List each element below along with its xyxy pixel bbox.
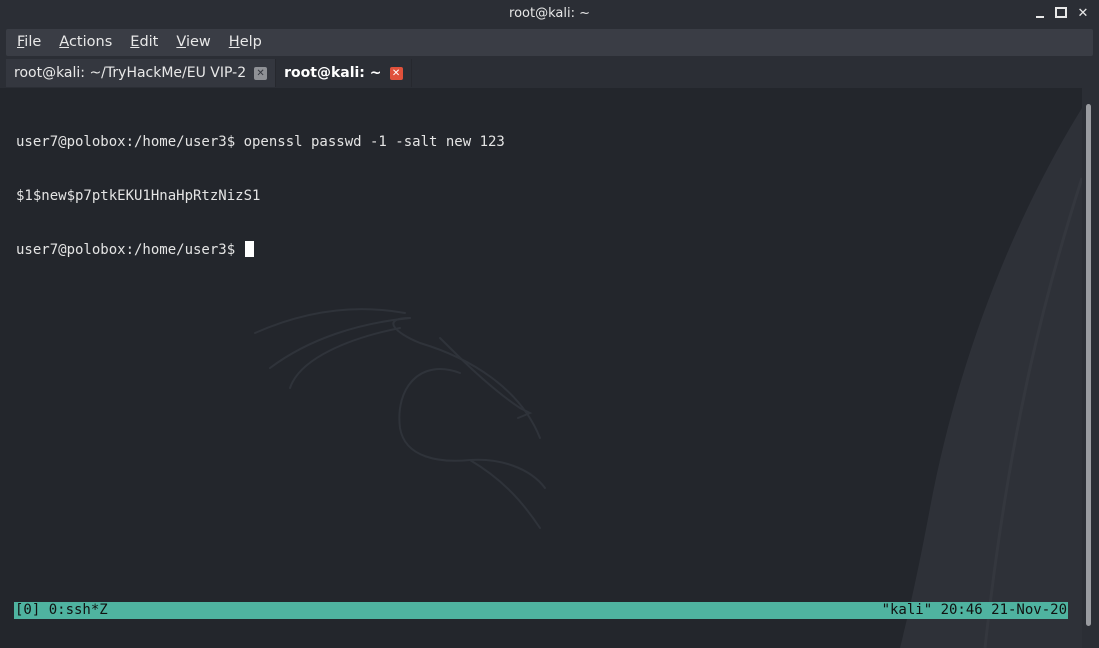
tab-close-icon[interactable]: ✕ <box>254 66 268 80</box>
menu-label: iew <box>185 34 211 50</box>
terminal-view[interactable]: user7@polobox:/home/user3$ openssl passw… <box>0 88 1082 648</box>
menu-mnemonic: H <box>228 34 240 50</box>
menu-help[interactable]: Help <box>220 29 271 56</box>
tmux-status-bar: [0] 0:ssh*Z "kali" 20:46 21-Nov-20 <box>14 602 1068 619</box>
tmux-status-right: "kali" 20:46 21-Nov-20 <box>881 602 1067 618</box>
prompt-text: user7@polobox:/home/user3$ <box>16 242 244 258</box>
menu-file[interactable]: File <box>6 29 50 56</box>
menu-mnemonic: A <box>59 34 69 50</box>
terminal-output: user7@polobox:/home/user3$ openssl passw… <box>16 97 505 295</box>
tab-label: root@kali: ~/TryHackMe/EU VIP-2 <box>14 65 247 81</box>
window-title: root@kali: ~ <box>509 6 590 21</box>
tab-root-home[interactable]: root@kali: ~ ✕ <box>276 59 412 87</box>
title-bar[interactable]: root@kali: ~ ✕ <box>0 0 1099 28</box>
vertical-scrollbar[interactable] <box>1082 88 1099 648</box>
scrollbar-thumb[interactable] <box>1086 104 1091 626</box>
terminal-line-prompt: user7@polobox:/home/user3$ <box>16 241 505 259</box>
menu-label: ctions <box>68 34 113 50</box>
tab-bar: root@kali: ~/TryHackMe/EU VIP-2 ✕ root@k… <box>6 59 1093 87</box>
terminal-line-command: user7@polobox:/home/user3$ openssl passw… <box>16 134 505 150</box>
terminal-window: root@kali: ~ ✕ File Actions Edit View He… <box>0 0 1099 648</box>
minimize-icon[interactable] <box>1030 4 1050 24</box>
maximize-icon[interactable] <box>1051 4 1071 24</box>
tab-label: root@kali: ~ <box>284 65 382 81</box>
text-cursor <box>244 241 254 257</box>
tab-close-icon[interactable]: ✕ <box>389 66 403 80</box>
menu-label: elp <box>239 34 262 50</box>
tmux-window-list: [0] 0:ssh*Z <box>15 602 108 618</box>
tab-tryhackme[interactable]: root@kali: ~/TryHackMe/EU VIP-2 ✕ <box>6 59 277 87</box>
close-icon[interactable]: ✕ <box>1073 4 1093 24</box>
menu-mnemonic: V <box>176 34 186 50</box>
menu-label: dit <box>139 34 159 50</box>
menu-edit[interactable]: Edit <box>121 29 167 56</box>
menu-view[interactable]: View <box>167 29 219 56</box>
menu-bar: File Actions Edit View Help <box>6 29 1093 56</box>
terminal-line-output: $1$new$p7ptkEKU1HnaHpRtzNizS1 <box>16 188 261 204</box>
menu-label: ile <box>24 34 42 50</box>
menu-actions[interactable]: Actions <box>50 29 121 56</box>
